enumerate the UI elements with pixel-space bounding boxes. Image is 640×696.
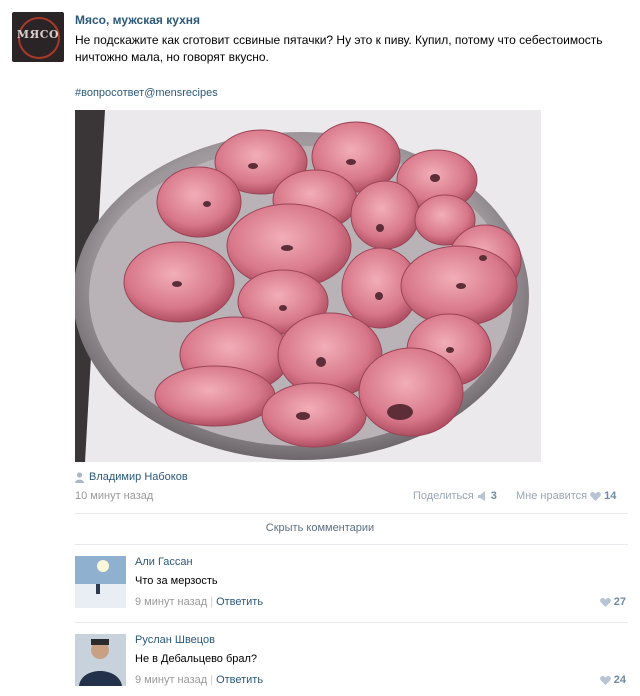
comment-like-count: 24 bbox=[613, 674, 626, 686]
hide-comments-link[interactable]: Скрыть комментарии bbox=[0, 522, 640, 534]
comment-item: Али Гассан Что за мерзость 9 минут назад… bbox=[75, 556, 628, 618]
comment-like-button[interactable]: 27 bbox=[599, 596, 626, 608]
comment-text: Не в Дебальцево брал? bbox=[135, 653, 258, 665]
comment-meta: 9 минут назад | Ответить bbox=[135, 674, 263, 686]
group-name-link[interactable]: Мясо, мужская кухня bbox=[75, 13, 200, 27]
hashtag-link[interactable]: #вопросответ@mensrecipes bbox=[75, 87, 218, 99]
post-text: Не подскажите как сготовит ссвиные пятач… bbox=[75, 33, 603, 64]
comment-item: Руслан Швецов Не в Дебальцево брал? 9 ми… bbox=[75, 634, 628, 696]
post-time[interactable]: 10 минут назад bbox=[75, 490, 153, 502]
comment-text: Что за мерзость bbox=[135, 575, 218, 587]
avatar[interactable] bbox=[75, 634, 126, 686]
avatar[interactable] bbox=[75, 556, 126, 608]
group-logo-text: МЯСО bbox=[16, 28, 60, 41]
comment-like-count: 27 bbox=[613, 596, 626, 608]
author-name: Владимир Набоков bbox=[89, 471, 188, 483]
post-photo[interactable] bbox=[75, 110, 541, 462]
like-button[interactable]: Мне нравится 14 bbox=[516, 490, 616, 502]
divider bbox=[75, 513, 628, 514]
comment-like-button[interactable]: 24 bbox=[599, 674, 626, 686]
heart-icon bbox=[599, 676, 611, 685]
meta-separator: | bbox=[210, 674, 214, 686]
post-author[interactable]: Владимир Набоков bbox=[75, 471, 188, 483]
comment-meta: 9 минут назад | Ответить bbox=[135, 596, 263, 608]
divider bbox=[75, 544, 628, 545]
divider bbox=[75, 622, 628, 623]
group-avatar[interactable]: МЯСО bbox=[12, 12, 64, 62]
comment-time[interactable]: 9 минут назад bbox=[135, 596, 207, 608]
user-icon bbox=[75, 471, 84, 483]
comment-author[interactable]: Али Гассан bbox=[135, 556, 193, 568]
reply-button[interactable]: Ответить bbox=[216, 596, 263, 608]
megaphone-icon bbox=[477, 491, 485, 501]
like-count: 14 bbox=[604, 490, 617, 502]
comment-time[interactable]: 9 минут назад bbox=[135, 674, 207, 686]
comment-author[interactable]: Руслан Швецов bbox=[135, 634, 215, 646]
heart-icon bbox=[590, 492, 601, 501]
share-count: 3 bbox=[490, 490, 497, 502]
heart-icon bbox=[599, 598, 611, 607]
share-button[interactable]: Поделиться 3 bbox=[413, 490, 497, 502]
meta-separator: | bbox=[210, 596, 214, 608]
like-label: Мне нравится bbox=[516, 490, 588, 502]
reply-button[interactable]: Ответить bbox=[216, 674, 263, 686]
share-label: Поделиться bbox=[413, 490, 474, 502]
